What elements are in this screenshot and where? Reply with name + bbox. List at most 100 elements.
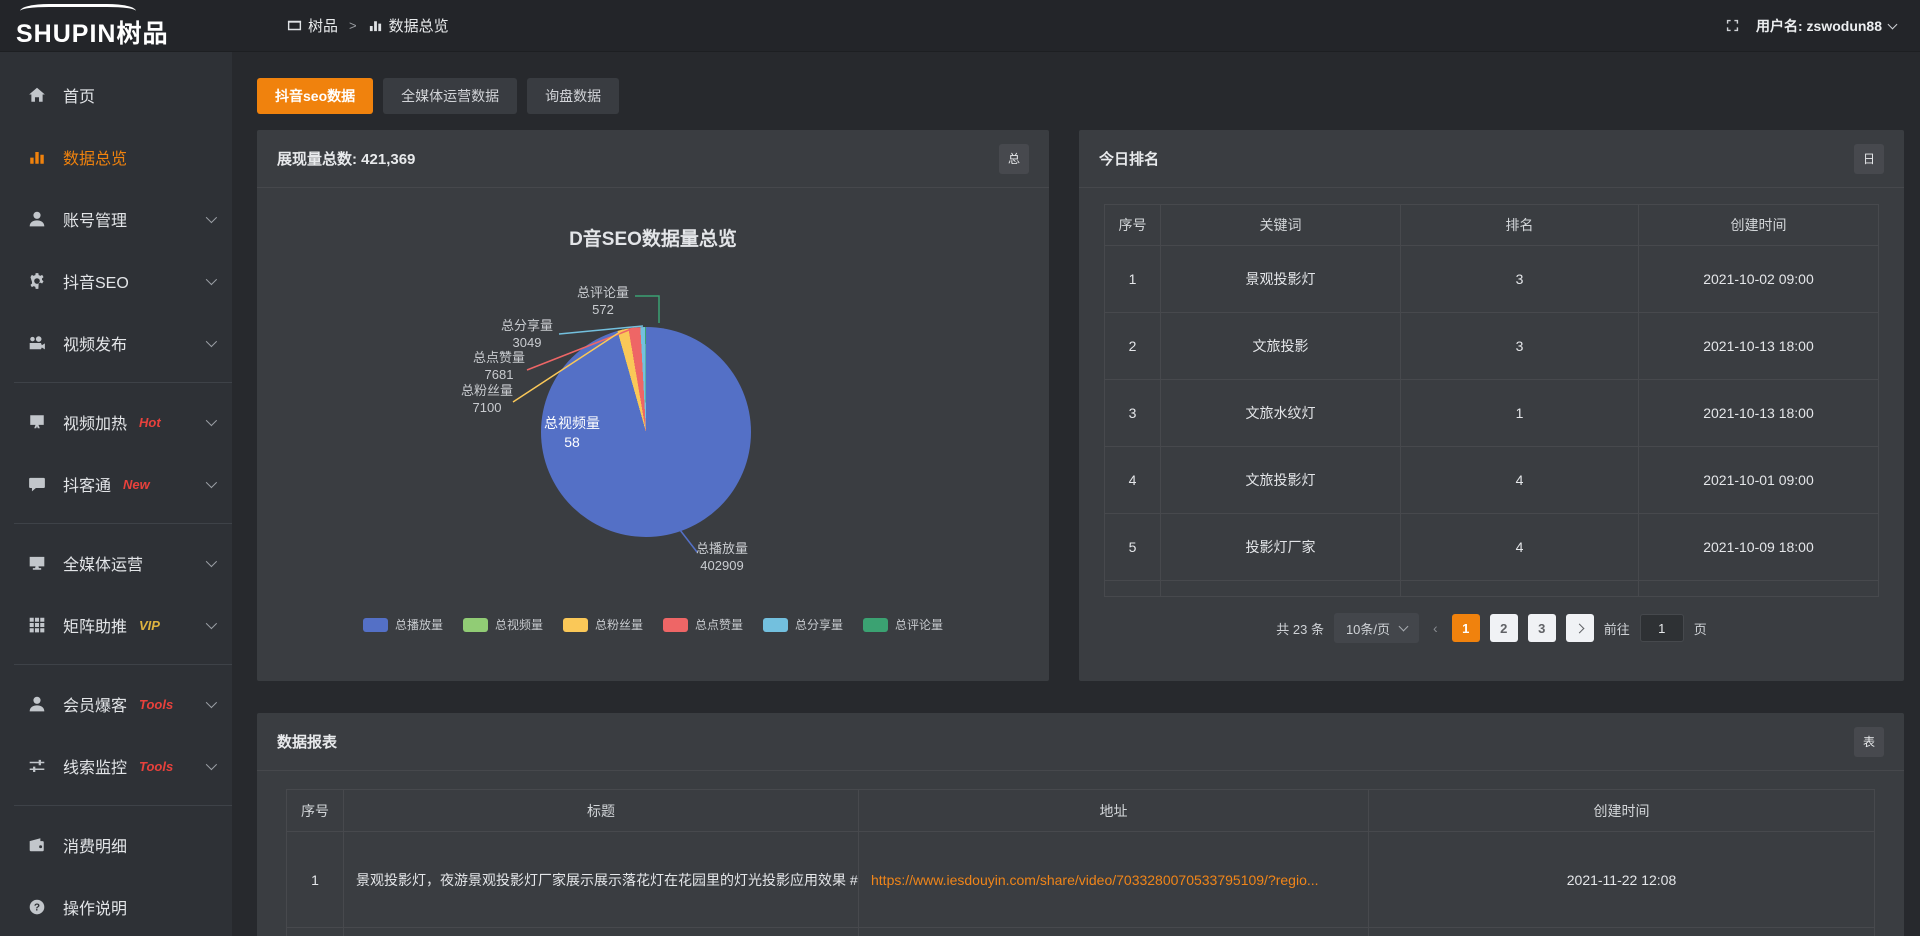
gear-icon — [28, 272, 48, 290]
question-circle-icon: ? — [28, 898, 48, 916]
logo: SHUPIN树品 — [0, 0, 232, 52]
sidebar-item-home[interactable]: 首页 — [0, 64, 232, 126]
vip-badge: VIP — [139, 618, 160, 633]
table-row-partial — [287, 928, 1875, 936]
sidebar-item-data-overview[interactable]: 数据总览 — [0, 126, 232, 188]
sidebar-item-instructions[interactable]: ? 操作说明 — [0, 876, 232, 936]
pagination-total: 共 23 条 — [1276, 619, 1324, 638]
next-page-button[interactable] — [1566, 614, 1594, 642]
chevron-down-icon — [1399, 622, 1409, 632]
sidebar-item-video-heat[interactable]: 视频加热 Hot — [0, 391, 232, 453]
seo-data-panel: 展现量总数: 421,369 总 D音SEO数据量总览 — [257, 130, 1049, 681]
tools-badge: Tools — [139, 697, 173, 712]
legend-item[interactable]: 总播放量 — [363, 616, 443, 633]
table-header-row: 序号 关键词 排名 创建时间 — [1105, 205, 1879, 246]
today-ranking-panel: 今日排名 日 序号 关键词 排名 创建时间 — [1079, 130, 1904, 681]
fullscreen-icon[interactable] — [1725, 18, 1740, 33]
grid-icon — [28, 616, 48, 634]
page-button-3[interactable]: 3 — [1528, 614, 1556, 642]
chevron-down-icon — [206, 212, 217, 223]
legend-item[interactable]: 总粉丝量 — [563, 616, 643, 633]
total-toggle-button[interactable]: 总 — [999, 144, 1029, 174]
table-row: 5 投影灯厂家 4 2021-10-09 18:00 — [1105, 514, 1879, 581]
chevron-down-icon — [206, 477, 217, 488]
page-button-1[interactable]: 1 — [1452, 614, 1480, 642]
prev-page-button[interactable]: ‹ — [1429, 620, 1442, 636]
sidebar-item-doukertong[interactable]: 抖客通 New — [0, 453, 232, 515]
home-icon — [28, 86, 48, 104]
breadcrumb: 树品 > 数据总览 — [287, 15, 449, 36]
pie-chart-area: D音SEO数据量总览 总评论量 572 总分享量 — [257, 188, 1049, 680]
data-tabs: 抖音seo数据 全媒体运营数据 询盘数据 — [257, 78, 1904, 114]
day-toggle-button[interactable]: 日 — [1854, 144, 1884, 174]
table-row-partial — [1105, 581, 1879, 597]
page-size-select[interactable]: 10条/页 — [1334, 613, 1419, 643]
goto-page-input[interactable] — [1640, 614, 1684, 642]
breadcrumb-root[interactable]: 树品 — [287, 15, 338, 36]
seo-panel-header: 展现量总数: 421,369 总 — [257, 130, 1049, 188]
pagination: 共 23 条 10条/页 ‹ 1 2 3 前往 页 — [1079, 613, 1904, 643]
impressions-total: 展现量总数: 421,369 — [277, 148, 415, 169]
sidebar-item-douyin-seo[interactable]: 抖音SEO — [0, 250, 232, 312]
chat-bubble-icon — [28, 475, 48, 493]
pie-label-likes: 总点赞量 7681 — [439, 349, 559, 383]
tab-inquiry-data[interactable]: 询盘数据 — [527, 78, 619, 114]
hot-badge: Hot — [139, 415, 161, 430]
divider — [14, 382, 232, 383]
tools-badge: Tools — [139, 759, 173, 774]
sidebar-item-video-publish[interactable]: 视频发布 — [0, 312, 232, 374]
logo-text-en: SHUPIN — [16, 20, 116, 48]
ranking-table: 序号 关键词 排名 创建时间 1 景观投影灯 3 2021-10-02 09:0… — [1104, 204, 1879, 597]
sidebar-item-lead-monitor[interactable]: 线索监控 Tools — [0, 735, 232, 797]
user-menu[interactable]: 用户名: zswodun88 — [1756, 16, 1896, 36]
divider — [14, 664, 232, 665]
user-icon — [28, 695, 48, 713]
logo-text-cn: 树品 — [116, 20, 168, 48]
goto-label: 前往 — [1604, 619, 1630, 638]
display-icon — [28, 413, 48, 431]
monitor-icon — [28, 554, 48, 572]
divider — [14, 523, 232, 524]
sidebar-item-matrix-boost[interactable]: 矩阵助推 VIP — [0, 594, 232, 656]
legend-item[interactable]: 总评论量 — [863, 616, 943, 633]
pie-label-plays: 总播放量 402909 — [662, 540, 782, 574]
table-row: 3 文旅水纹灯 1 2021-10-13 18:00 — [1105, 380, 1879, 447]
new-badge: New — [123, 477, 150, 492]
page-button-2[interactable]: 2 — [1490, 614, 1518, 642]
sliders-icon — [28, 757, 48, 775]
table-toggle-button[interactable]: 表 — [1854, 727, 1884, 757]
table-row: 2 文旅投影 3 2021-10-13 18:00 — [1105, 313, 1879, 380]
legend-item[interactable]: 总视频量 — [463, 616, 543, 633]
panel-title: 数据报表 — [277, 731, 337, 752]
sidebar: 首页 数据总览 账号管理 抖音SEO 视频发布 视频加热 Hot — [0, 52, 232, 936]
chart-title: D音SEO数据量总览 — [257, 224, 1049, 251]
table-row: 4 文旅投影灯 4 2021-10-01 09:00 — [1105, 447, 1879, 514]
svg-text:?: ? — [34, 903, 40, 914]
username-label: 用户名: zswodun88 — [1756, 16, 1882, 36]
wallet-icon — [28, 836, 48, 854]
video-link[interactable]: https://www.iesdouyin.com/share/video/70… — [871, 872, 1319, 888]
table-header-row: 序号 标题 地址 创建时间 — [287, 790, 1875, 832]
sidebar-item-account[interactable]: 账号管理 — [0, 188, 232, 250]
sidebar-item-member-burst[interactable]: 会员爆客 Tools — [0, 673, 232, 735]
chevron-down-icon — [206, 618, 217, 629]
tab-douyin-seo-data[interactable]: 抖音seo数据 — [257, 78, 373, 114]
legend-item[interactable]: 总点赞量 — [663, 616, 743, 633]
sidebar-item-consumption[interactable]: 消费明细 — [0, 814, 232, 876]
ranking-panel-header: 今日排名 日 — [1079, 130, 1904, 188]
legend-item[interactable]: 总分享量 — [763, 616, 843, 633]
goto-suffix: 页 — [1694, 619, 1707, 638]
chevron-down-icon — [1888, 19, 1898, 29]
breadcrumb-current[interactable]: 数据总览 — [368, 15, 449, 36]
tab-media-operation-data[interactable]: 全媒体运营数据 — [383, 78, 517, 114]
sidebar-item-media-operation[interactable]: 全媒体运营 — [0, 532, 232, 594]
chevron-down-icon — [206, 556, 217, 567]
top-header: SHUPIN树品 树品 > 数据总览 用户名: zswodun88 — [0, 0, 1920, 52]
chevron-down-icon — [206, 697, 217, 708]
pie-label-fans: 总粉丝量 7100 — [427, 382, 547, 416]
report-panel-header: 数据报表 表 — [257, 713, 1904, 771]
chevron-down-icon — [206, 759, 217, 770]
table-row: 1 景观投影灯 3 2021-10-02 09:00 — [1105, 246, 1879, 313]
chevron-down-icon — [206, 274, 217, 285]
header-right: 用户名: zswodun88 — [1725, 16, 1896, 36]
